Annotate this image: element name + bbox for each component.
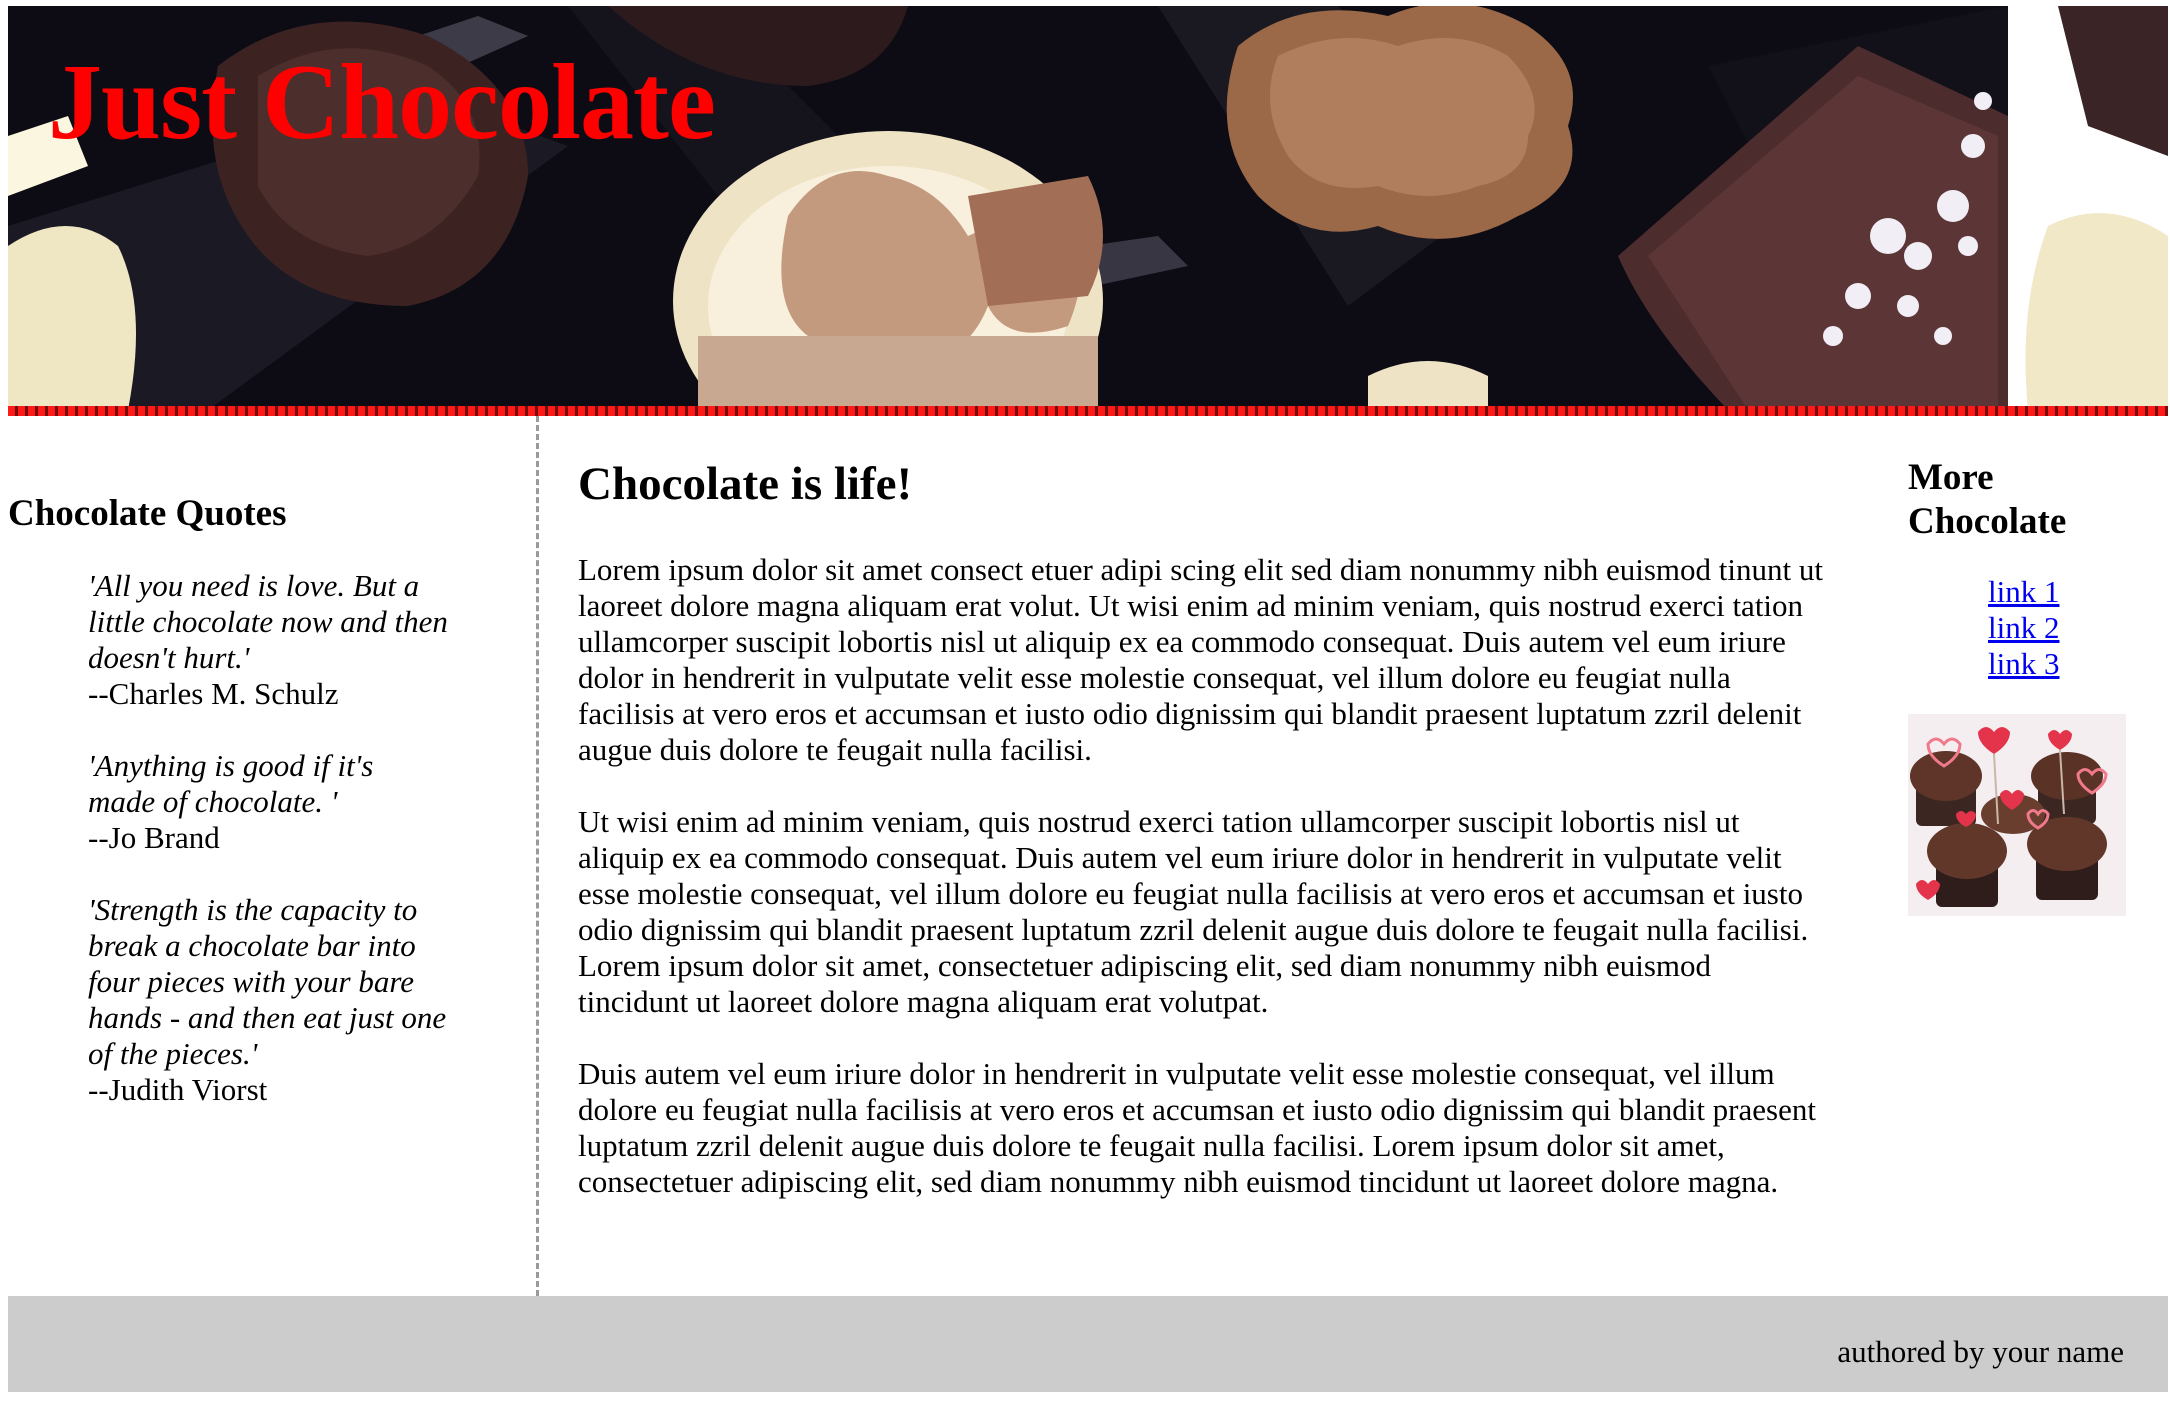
quote-text: 'Anything is good if it's made of chocol… bbox=[88, 748, 374, 819]
more-chocolate-heading: More Chocolate bbox=[1908, 457, 2067, 542]
quote-text: 'Strength is the capacity to break a cho… bbox=[88, 892, 447, 1071]
link-list-item: link 2 bbox=[1988, 610, 2148, 646]
links-list: link 1 link 2 link 3 bbox=[1988, 574, 2148, 682]
link-2[interactable]: link 2 bbox=[1988, 610, 2059, 645]
quote-author: --Charles M. Schulz bbox=[88, 676, 339, 711]
quote-item: 'Anything is good if it's made of chocol… bbox=[88, 748, 448, 856]
page-title: Chocolate is life! bbox=[578, 458, 913, 510]
link-list-item: link 1 bbox=[1988, 574, 2148, 610]
footer-credit: authored by your name bbox=[1837, 1334, 2124, 1369]
cupcakes-photo bbox=[1908, 714, 2126, 916]
quotes-sidebar: Chocolate Quotes 'All you need is love. … bbox=[8, 416, 539, 1296]
quote-author: --Jo Brand bbox=[88, 820, 220, 855]
quotes-list: 'All you need is love. But a little choc… bbox=[88, 568, 448, 1144]
header-border-stripe bbox=[8, 406, 2168, 416]
quote-item: 'Strength is the capacity to break a cho… bbox=[88, 892, 448, 1108]
quotes-heading: Chocolate Quotes bbox=[8, 493, 287, 534]
cupcakes-image bbox=[1908, 714, 2126, 916]
link-3[interactable]: link 3 bbox=[1988, 646, 2059, 681]
body-paragraph: Lorem ipsum dolor sit amet consect etuer… bbox=[578, 552, 1823, 767]
link-list-item: link 3 bbox=[1988, 646, 2148, 682]
body-paragraph: Ut wisi enim ad minim veniam, quis nostr… bbox=[578, 804, 1809, 1019]
header-banner: Just Chocolate bbox=[8, 6, 2168, 410]
footer: authored by your name bbox=[8, 1296, 2168, 1392]
more-chocolate-sidebar: More Chocolate link 1 link 2 link 3 bbox=[1908, 456, 2148, 916]
body-paragraph: Duis autem vel eum iriure dolor in hendr… bbox=[578, 1056, 1816, 1199]
quote-item: 'All you need is love. But a little choc… bbox=[88, 568, 448, 712]
quote-author: --Judith Viorst bbox=[88, 1072, 268, 1107]
link-1[interactable]: link 1 bbox=[1988, 574, 2059, 609]
quote-text: 'All you need is love. But a little choc… bbox=[88, 568, 448, 675]
site-title: Just Chocolate bbox=[48, 43, 716, 162]
main-content: Chocolate is life! Lorem ipsum dolor sit… bbox=[578, 456, 1828, 1236]
